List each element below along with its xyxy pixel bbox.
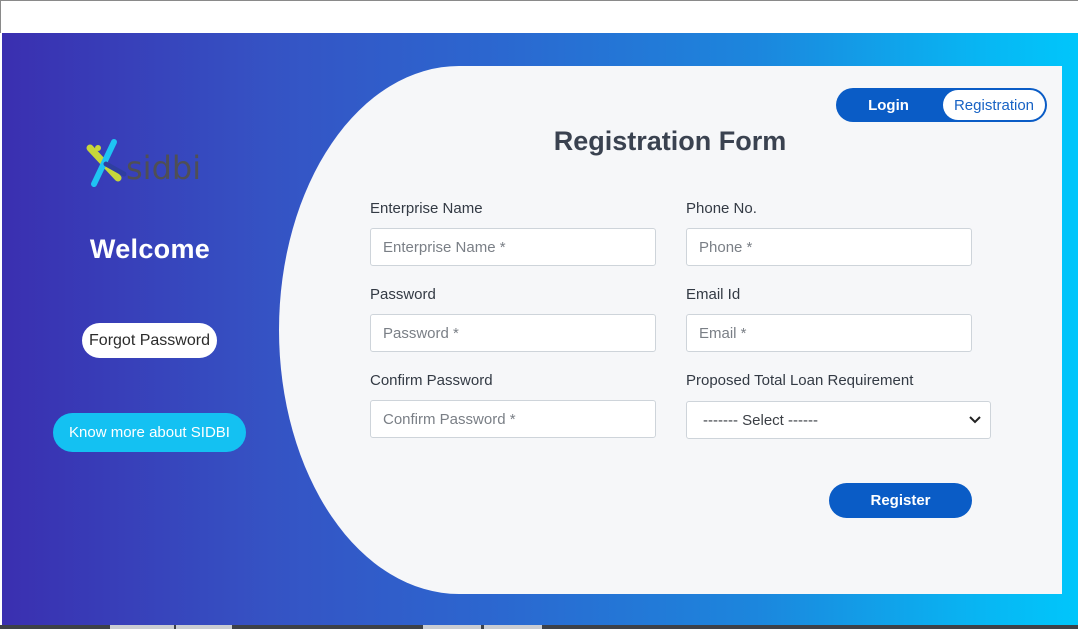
login-tab[interactable]: Login — [836, 88, 941, 122]
enterprise-name-input[interactable] — [370, 228, 656, 266]
loan-requirement-value: ------- Select ------ — [703, 411, 818, 429]
phone-input[interactable] — [686, 228, 972, 266]
loan-requirement-label: Proposed Total Loan Requirement — [686, 372, 914, 389]
registration-tab[interactable]: Registration — [943, 90, 1045, 120]
logo-wordmark: sidbi — [126, 149, 201, 187]
browser-top-bar — [0, 0, 1078, 33]
enterprise-name-label: Enterprise Name — [370, 200, 483, 217]
loan-requirement-select[interactable]: ------- Select ------ — [686, 401, 991, 439]
email-label: Email Id — [686, 286, 741, 303]
chevron-down-icon — [969, 416, 981, 424]
password-input[interactable] — [370, 314, 656, 352]
know-more-button[interactable]: Know more about SIDBI — [53, 413, 246, 452]
form-title: Registration Form — [553, 126, 787, 156]
confirm-password-label: Confirm Password — [370, 372, 493, 389]
confirm-password-input[interactable] — [370, 400, 656, 438]
email-input[interactable] — [686, 314, 972, 352]
welcome-heading: Welcome — [89, 234, 211, 264]
sidbi-logo: sidbi — [84, 136, 220, 190]
sidbi-logo-icon: sidbi — [86, 139, 201, 187]
forgot-password-button[interactable]: Forgot Password — [82, 323, 217, 358]
phone-label: Phone No. — [686, 200, 757, 217]
password-label: Password — [370, 286, 436, 303]
register-button[interactable]: Register — [829, 483, 972, 518]
login-registration-toggle: Login Registration — [836, 88, 1047, 122]
browser-bottom-bar — [0, 625, 1078, 629]
